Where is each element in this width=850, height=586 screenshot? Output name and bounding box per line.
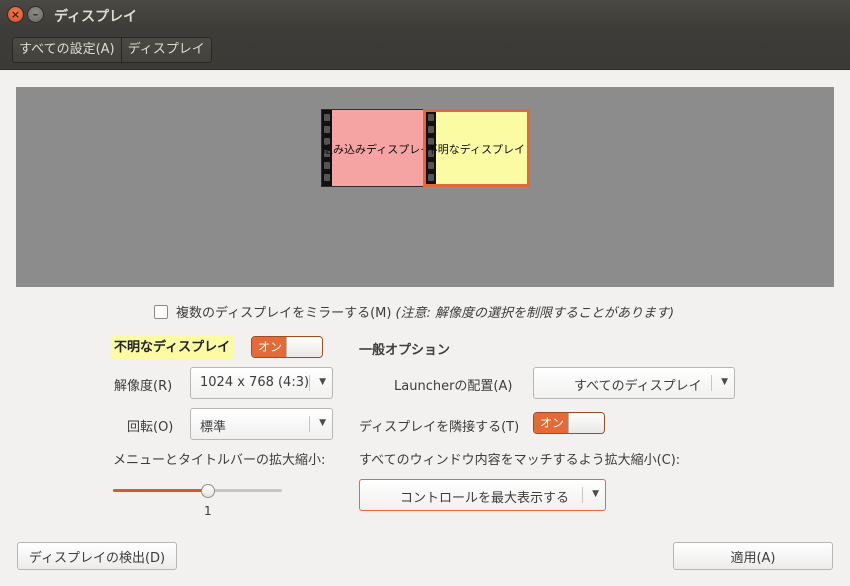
- rotation-label: 回転(O): [127, 416, 173, 435]
- breadcrumb: すべての設定(A) ディスプレイ: [12, 37, 212, 63]
- breadcrumb-displays[interactable]: ディスプレイ: [121, 38, 211, 62]
- sticky-edges-switch[interactable]: オン: [533, 412, 605, 434]
- menu-scale-label: メニューとタイトルバーの拡大縮小:: [113, 449, 325, 468]
- mirror-note: (注意: 解像度の選択を制限することがあります): [395, 306, 674, 321]
- selected-monitor-name: 不明なディスプレイ: [111, 336, 233, 359]
- mirror-displays-label[interactable]: 複数のディスプレイをミラーする(M)(注意: 解像度の選択を制限することがありま…: [176, 302, 674, 321]
- launcher-placement-dropdown[interactable]: すべてのディスプレイ ▼: [533, 367, 735, 399]
- close-window-button[interactable]: ×: [7, 6, 24, 23]
- resolution-dropdown[interactable]: 1024 x 768 (4:3) ▼: [190, 367, 333, 399]
- menu-scale-slider[interactable]: [113, 484, 282, 498]
- switch-knob: [568, 413, 604, 433]
- monitor-unknown-label: 不明なディスプレイ: [426, 141, 527, 157]
- switch-knob: [286, 337, 322, 357]
- menu-scale-value: 1: [204, 504, 212, 518]
- switch-on-label: オン: [534, 413, 570, 433]
- display-arrangement-area[interactable]: 組み込みディスプレイ 不明なディスプレイ: [16, 87, 834, 287]
- chevron-down-icon: ▼: [319, 418, 326, 428]
- resolution-value: 1024 x 768 (4:3): [200, 375, 309, 390]
- monitor-builtin[interactable]: 組み込みディスプレイ: [321, 109, 426, 187]
- detect-displays-button[interactable]: ディスプレイの検出(D): [17, 542, 177, 570]
- title-bar: × – ディスプレイ: [0, 0, 850, 30]
- slider-handle[interactable]: [201, 484, 215, 498]
- slider-fill: [113, 489, 208, 492]
- launcher-placement-value: すべてのディスプレイ: [574, 375, 702, 394]
- minimize-window-button[interactable]: –: [27, 6, 44, 23]
- monitor-builtin-label: 組み込みディスプレイ: [322, 141, 425, 157]
- rotation-dropdown[interactable]: 標準 ▼: [190, 408, 333, 440]
- resolution-label: 解像度(R): [114, 375, 172, 394]
- window-title: ディスプレイ: [54, 6, 137, 26]
- chevron-down-icon: ▼: [721, 377, 728, 387]
- chevron-down-icon: ▼: [592, 489, 599, 499]
- sticky-edges-label: ディスプレイを隣接する(T): [359, 416, 519, 435]
- chevron-down-icon: ▼: [319, 377, 326, 387]
- rotation-value: 標準: [200, 416, 226, 435]
- monitor-enable-switch[interactable]: オン: [251, 336, 323, 358]
- apply-button[interactable]: 適用(A): [673, 542, 833, 570]
- monitor-unknown[interactable]: 不明なディスプレイ: [423, 109, 530, 187]
- close-icon: ×: [11, 9, 20, 20]
- launcher-placement-label: Launcherの配置(A): [394, 375, 512, 394]
- mirror-displays-checkbox[interactable]: [154, 305, 168, 319]
- minimize-icon: –: [33, 9, 39, 20]
- toolbar: すべての設定(A) ディスプレイ: [0, 30, 850, 70]
- mirror-displays-row: 複数のディスプレイをミラーする(M)(注意: 解像度の選択を制限することがありま…: [154, 302, 674, 321]
- switch-on-label: オン: [252, 337, 288, 357]
- breadcrumb-all-settings[interactable]: すべての設定(A): [13, 38, 121, 62]
- scale-all-value: コントロールを最大表示する: [400, 487, 569, 506]
- general-options-heading: 一般オプション: [359, 339, 450, 358]
- scale-all-label: すべてのウィンドウ内容をマッチするよう拡大縮小(C):: [359, 449, 680, 468]
- scale-all-dropdown[interactable]: コントロールを最大表示する ▼: [359, 479, 606, 511]
